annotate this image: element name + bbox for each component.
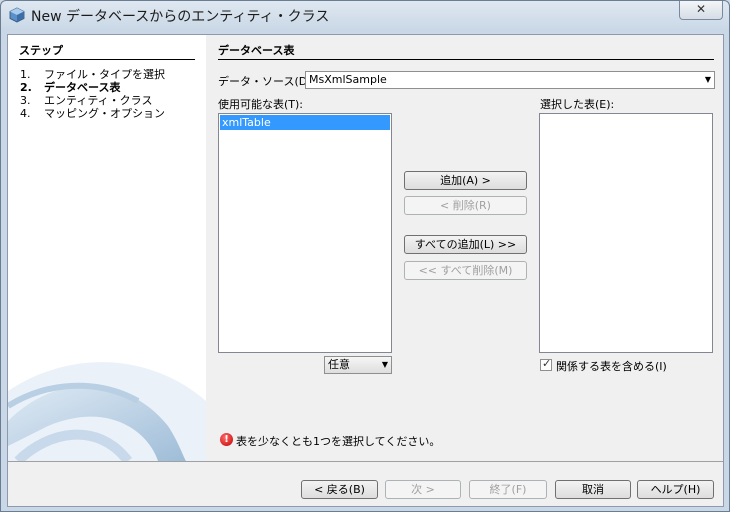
section-title: データベース表 — [218, 42, 714, 60]
steps-title: ステップ — [19, 42, 195, 60]
chevron-down-icon: ▼ — [704, 75, 711, 84]
remove-button[interactable]: < 削除(R) — [404, 196, 527, 215]
add-all-button[interactable]: すべての追加(L) >> — [404, 235, 527, 254]
dialog-window: New データベースからのエンティティ・クラス ✕ ステップ 1. ファイル・タイ… — [0, 0, 730, 512]
datasource-value: MsXmlSample — [309, 73, 387, 86]
error-message: 表を少なくとも1つを選択してください。 — [236, 435, 441, 448]
content-panel: データベース表 データ・ソース(D): MsXmlSample ▼ 使用可能な表… — [206, 35, 723, 461]
next-button[interactable]: 次 > — [385, 480, 461, 499]
available-tables-list[interactable]: xmlTable — [218, 113, 392, 353]
table-filter-combo[interactable]: 任意 ▼ — [324, 356, 392, 374]
steps-panel: ステップ 1. ファイル・タイプを選択 2. データベース表 3. エンティティ・クラ… — [8, 35, 206, 461]
remove-all-button[interactable]: << すべて削除(M) — [404, 261, 527, 280]
include-related-checkbox[interactable] — [540, 357, 552, 371]
title-bar: New データベースからのエンティティ・クラス ✕ — [1, 1, 729, 29]
close-button[interactable]: ✕ — [679, 1, 723, 20]
selected-tables-list[interactable] — [539, 113, 713, 353]
back-button[interactable]: < 戻る(B) — [301, 480, 378, 499]
dialog-client-area: ステップ 1. ファイル・タイプを選択 2. データベース表 3. エンティティ・クラ… — [7, 34, 724, 507]
selected-tables-label: 選択した表(E): — [540, 98, 615, 111]
include-related-label: 関係する表を含める(I) — [556, 360, 667, 373]
decorative-swoosh-image — [8, 362, 206, 461]
button-bar: < 戻る(B) 次 > 終了(F) 取消 ヘルプ(H) — [8, 461, 723, 506]
netbeans-cube-icon — [9, 7, 25, 23]
add-button[interactable]: 追加(A) > — [404, 171, 527, 190]
window-title: New データベースからのエンティティ・クラス — [31, 9, 330, 25]
steps-list: 1. ファイル・タイプを選択 2. データベース表 3. エンティティ・クラス 4. マ… — [20, 68, 165, 120]
step-item: 3. エンティティ・クラス — [20, 94, 153, 107]
table-filter-value: 任意 — [328, 358, 350, 371]
available-tables-label: 使用可能な表(T): — [218, 98, 304, 111]
error-icon: ! — [220, 433, 233, 446]
datasource-combo[interactable]: MsXmlSample ▼ — [305, 71, 715, 89]
chevron-down-icon: ▼ — [381, 360, 388, 369]
list-item[interactable]: xmlTable — [220, 115, 390, 130]
cancel-button[interactable]: 取消 — [555, 480, 631, 499]
help-button[interactable]: ヘルプ(H) — [637, 480, 714, 499]
finish-button[interactable]: 終了(F) — [469, 480, 547, 499]
datasource-label: データ・ソース(D): — [218, 75, 316, 88]
step-item: 1. ファイル・タイプを選択 — [20, 68, 165, 81]
step-item-current: 2. データベース表 — [20, 81, 121, 94]
step-item: 4. マッピング・オプション — [20, 107, 165, 120]
